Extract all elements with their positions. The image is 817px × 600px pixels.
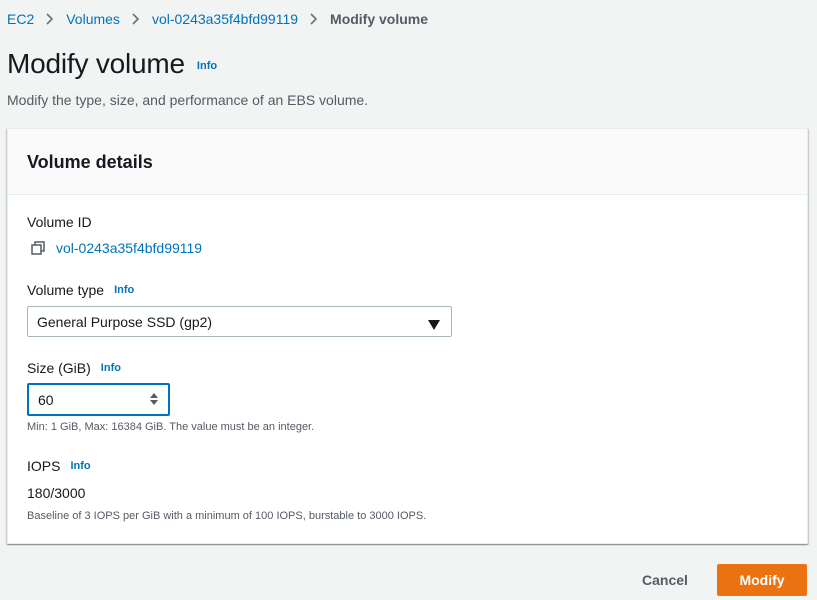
cancel-button[interactable]: Cancel (632, 564, 698, 596)
panel-title: Volume details (27, 152, 153, 172)
volume-type-selected: General Purpose SSD (gp2) (37, 313, 213, 330)
chevron-right-icon (120, 13, 152, 25)
copy-icon[interactable] (30, 240, 46, 256)
modify-button[interactable]: Modify (717, 564, 807, 596)
stepper-icon[interactable] (149, 392, 159, 406)
breadcrumb-volumes[interactable]: Volumes (66, 11, 120, 27)
breadcrumb-ec2[interactable]: EC2 (7, 11, 34, 27)
breadcrumb-current: Modify volume (330, 11, 429, 27)
iops-hint: Baseline of 3 IOPS per GiB with a minimu… (27, 510, 427, 522)
size-input[interactable] (38, 391, 138, 408)
size-info-link[interactable]: Info (101, 362, 121, 374)
page-title: Modify volume (7, 48, 185, 79)
iops-info-link[interactable]: Info (70, 460, 90, 472)
volume-type-label-text: Volume type (27, 282, 105, 298)
page-description: Modify the type, size, and performance o… (7, 92, 369, 108)
breadcrumb: EC2 Volumes vol-0243a35f4bfd99119 Modify… (7, 9, 428, 29)
page-info-link[interactable]: Info (197, 60, 217, 72)
iops-value: 180/3000 (27, 485, 86, 501)
size-label-text: Size (GiB) (27, 360, 91, 376)
chevron-right-icon (298, 13, 330, 25)
iops-label: IOPS Info (27, 458, 91, 474)
volume-details-panel: Volume details Volume ID vol-0243a35f4bf… (7, 128, 808, 544)
volume-type-select[interactable]: General Purpose SSD (gp2) (27, 306, 452, 337)
volume-id-label: Volume ID (27, 214, 92, 230)
page-header: Modify volume Info (7, 48, 217, 80)
chevron-right-icon (34, 13, 66, 25)
volume-type-info-link[interactable]: Info (114, 284, 134, 296)
iops-label-text: IOPS (27, 458, 61, 474)
size-input-wrapper (27, 383, 170, 416)
caret-down-icon (428, 317, 440, 330)
volume-id-link[interactable]: vol-0243a35f4bfd99119 (56, 240, 202, 256)
size-label: Size (GiB) Info (27, 360, 121, 376)
size-hint: Min: 1 GiB, Max: 16384 GiB. The value mu… (27, 421, 315, 433)
breadcrumb-volume-id[interactable]: vol-0243a35f4bfd99119 (152, 11, 298, 27)
volume-id-row: vol-0243a35f4bfd99119 (30, 240, 202, 256)
panel-header: Volume details (8, 129, 807, 195)
volume-type-label: Volume type Info (27, 282, 134, 298)
volume-id-label-text: Volume ID (27, 214, 92, 230)
